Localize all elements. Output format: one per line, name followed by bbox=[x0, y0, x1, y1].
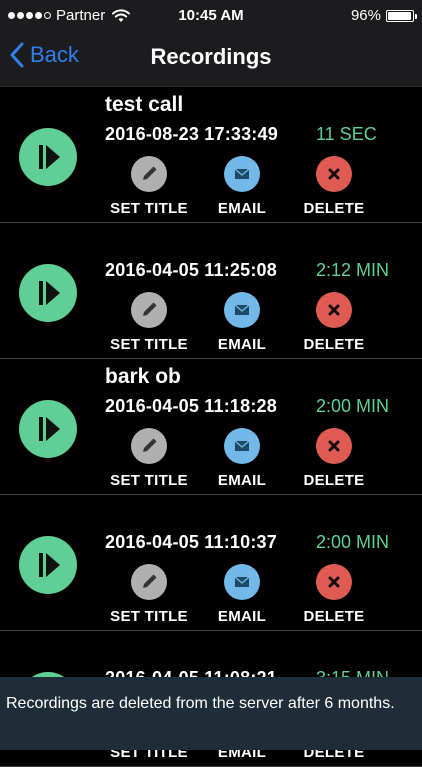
email-circle bbox=[224, 292, 260, 328]
recording-date: 2016-04-05 11:18:28 bbox=[105, 396, 277, 416]
play-icon bbox=[39, 281, 60, 305]
play-button[interactable] bbox=[19, 128, 77, 186]
delete-label: DELETE bbox=[303, 608, 365, 625]
set-title-button[interactable]: SET TITLE bbox=[99, 292, 199, 353]
pencil-icon bbox=[143, 166, 157, 180]
delete-button[interactable]: DELETE bbox=[284, 292, 384, 353]
close-icon bbox=[328, 576, 340, 588]
footer-notice: Recordings are deleted from the server a… bbox=[0, 677, 422, 750]
delete-label: DELETE bbox=[303, 472, 365, 489]
battery-fill bbox=[388, 11, 412, 20]
recording-row: bark ob 2016-04-05 11:18:28 2:00 MIN SET TI… bbox=[0, 359, 422, 495]
recording-row: test call 2016-08-23 17:33:49 11 SEC SET TI… bbox=[0, 87, 422, 223]
recording-row: 2016-04-05 11:25:08 2:12 MIN SET TITLE EMAI… bbox=[0, 223, 422, 359]
recording-duration: 2:12 MIN bbox=[316, 260, 390, 280]
play-icon bbox=[39, 417, 60, 441]
set-title-label: SET TITLE bbox=[110, 472, 188, 489]
delete-circle bbox=[316, 428, 352, 464]
pencil-icon bbox=[143, 574, 157, 588]
delete-button[interactable]: DELETE bbox=[284, 564, 384, 625]
set-title-button[interactable]: SET TITLE bbox=[99, 564, 199, 625]
page-title: Recordings bbox=[150, 44, 272, 69]
recording-title: test call bbox=[105, 93, 184, 116]
status-right: 96% bbox=[350, 7, 417, 24]
status-bar: Partner 10:45 AM 96% bbox=[0, 0, 422, 32]
close-icon bbox=[328, 304, 340, 316]
recording-date: 2016-04-05 11:25:08 bbox=[105, 260, 277, 280]
email-circle bbox=[224, 564, 260, 600]
email-circle bbox=[224, 428, 260, 464]
play-button[interactable] bbox=[19, 400, 77, 458]
close-icon bbox=[328, 440, 340, 452]
set-title-button[interactable]: SET TITLE bbox=[99, 428, 199, 489]
envelope-icon bbox=[234, 440, 250, 451]
set-title-button[interactable]: SET TITLE bbox=[99, 156, 199, 217]
recording-date: 2016-04-05 11:10:37 bbox=[105, 532, 277, 552]
battery-percent: 96% bbox=[350, 7, 381, 24]
recording-title: bark ob bbox=[105, 365, 181, 388]
pencil-icon bbox=[143, 302, 157, 316]
set-title-circle bbox=[131, 428, 167, 464]
envelope-icon bbox=[234, 576, 250, 587]
email-button[interactable]: EMAIL bbox=[192, 156, 292, 217]
recording-list[interactable]: test call 2016-08-23 17:33:49 11 SEC SET TI… bbox=[0, 87, 422, 767]
set-title-circle bbox=[131, 156, 167, 192]
nav-bar: Back Recordings bbox=[0, 32, 422, 87]
recording-duration: 2:00 MIN bbox=[316, 396, 390, 416]
email-label: EMAIL bbox=[217, 336, 267, 353]
pencil-icon bbox=[143, 438, 157, 452]
recording-duration: 11 SEC bbox=[316, 124, 377, 144]
delete-circle bbox=[316, 292, 352, 328]
set-title-circle bbox=[131, 564, 167, 600]
battery-icon bbox=[386, 9, 417, 22]
recording-duration: 2:00 MIN bbox=[316, 532, 390, 552]
email-button[interactable]: EMAIL bbox=[192, 428, 292, 489]
set-title-label: SET TITLE bbox=[110, 336, 188, 353]
delete-label: DELETE bbox=[303, 200, 365, 217]
play-icon bbox=[39, 553, 60, 577]
delete-button[interactable]: DELETE bbox=[284, 428, 384, 489]
recording-date: 2016-08-23 17:33:49 bbox=[105, 124, 278, 144]
set-title-label: SET TITLE bbox=[110, 200, 188, 217]
envelope-icon bbox=[234, 304, 250, 315]
play-icon bbox=[39, 145, 60, 169]
play-button[interactable] bbox=[19, 264, 77, 322]
set-title-label: SET TITLE bbox=[110, 608, 188, 625]
set-title-circle bbox=[131, 292, 167, 328]
email-label: EMAIL bbox=[217, 472, 267, 489]
battery-tip bbox=[415, 13, 417, 19]
email-button[interactable]: EMAIL bbox=[192, 564, 292, 625]
play-button[interactable] bbox=[19, 536, 77, 594]
email-button[interactable]: EMAIL bbox=[192, 292, 292, 353]
email-circle bbox=[224, 156, 260, 192]
email-label: EMAIL bbox=[217, 200, 267, 217]
envelope-icon bbox=[234, 168, 250, 179]
close-icon bbox=[328, 168, 340, 180]
delete-label: DELETE bbox=[303, 336, 365, 353]
delete-circle bbox=[316, 564, 352, 600]
delete-circle bbox=[316, 156, 352, 192]
recording-row: 2016-04-05 11:10:37 2:00 MIN SET TITLE EMAI… bbox=[0, 495, 422, 631]
footer-message: Recordings are deleted from the server a… bbox=[6, 695, 395, 712]
email-label: EMAIL bbox=[217, 608, 267, 625]
delete-button[interactable]: DELETE bbox=[284, 156, 384, 217]
